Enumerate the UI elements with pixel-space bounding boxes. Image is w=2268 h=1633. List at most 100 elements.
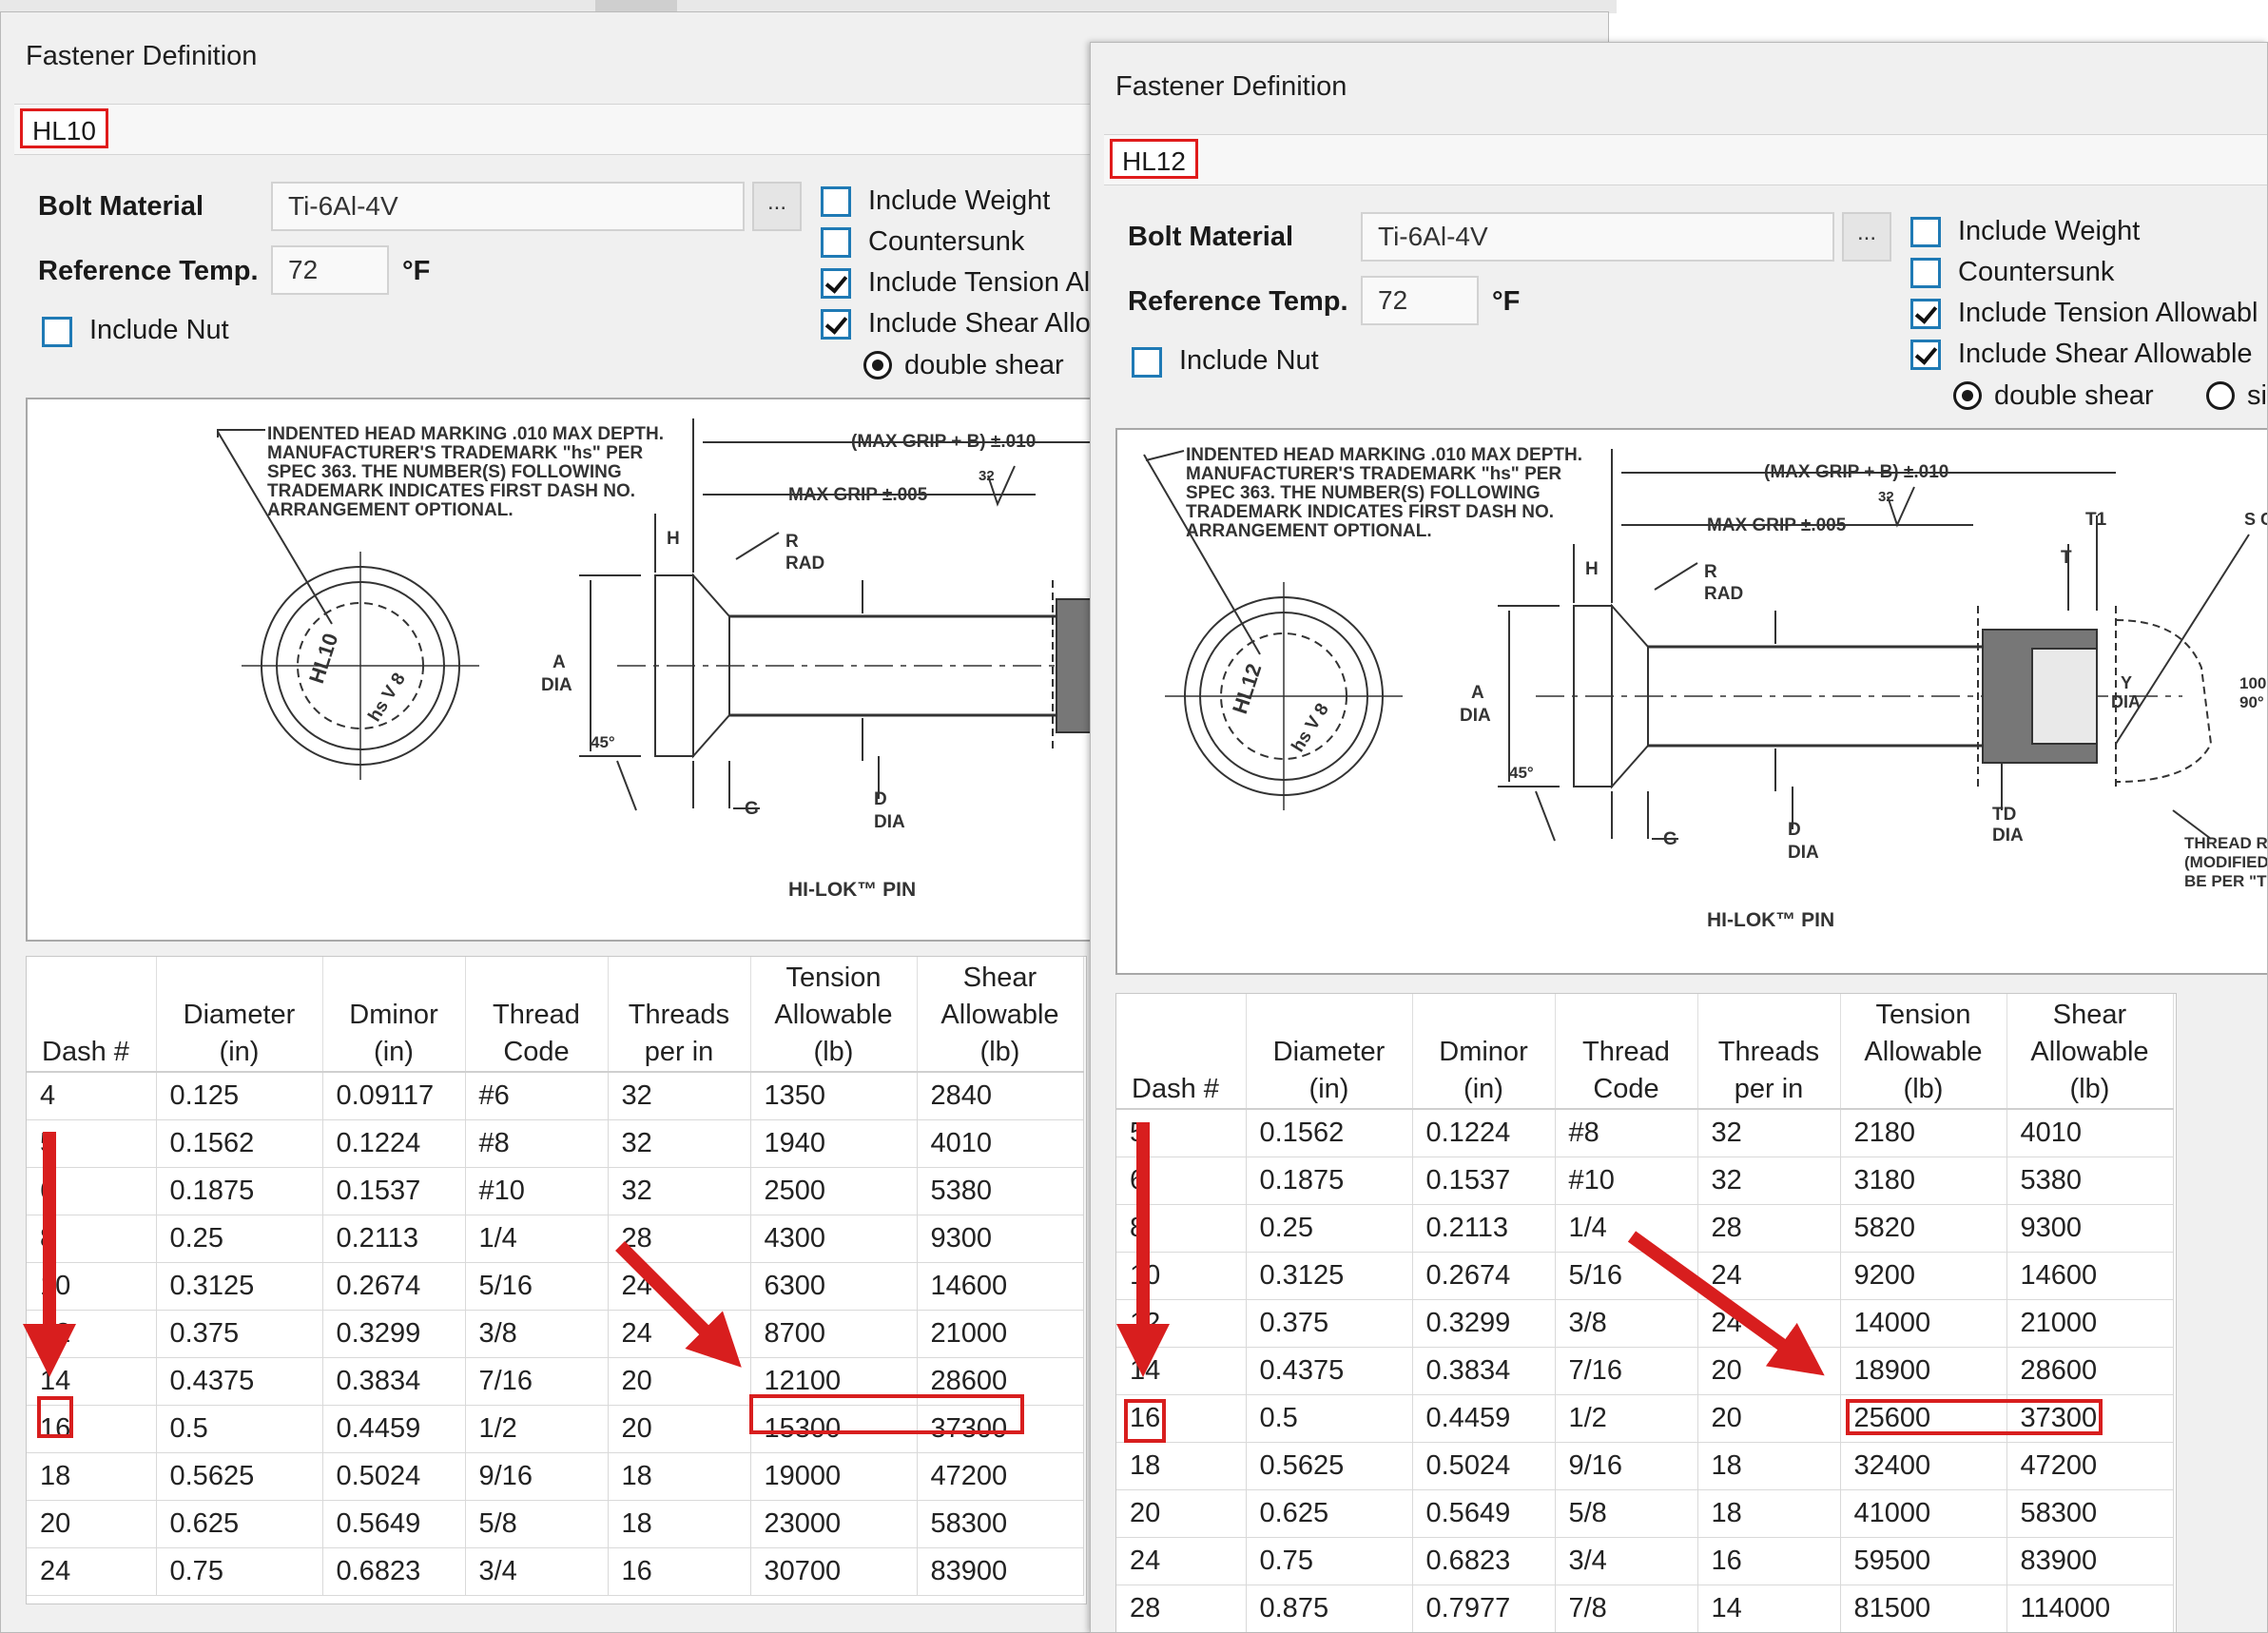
include-nut-checkbox[interactable] <box>1132 347 1162 378</box>
table-row[interactable]: 10 0.3125 0.2674 5/16 24 9200 14600 <box>1116 1252 2174 1300</box>
cell-dash[interactable]: 18 <box>1116 1442 1247 1490</box>
cell-shear-allowable[interactable]: 21000 <box>2006 1299 2174 1348</box>
cell-thread-code[interactable]: #6 <box>465 1072 609 1120</box>
cell-dminor[interactable]: 0.1537 <box>1412 1157 1556 1205</box>
cell-shear-allowable[interactable]: 83900 <box>917 1547 1084 1596</box>
cell-shear-allowable[interactable]: 9300 <box>917 1215 1084 1263</box>
single-shear-radio[interactable] <box>2206 381 2235 410</box>
table-row[interactable]: 28 0.875 0.7977 7/8 14 81500 114000 <box>1116 1584 2174 1632</box>
bolt-material-browse-button[interactable]: ... <box>1842 212 1891 262</box>
cell-dminor[interactable]: 0.2674 <box>1412 1252 1556 1300</box>
cell-dminor[interactable]: 0.6823 <box>322 1547 466 1596</box>
header-thread-code[interactable]: Thread Code <box>1555 994 1698 1110</box>
table-row[interactable]: 6 0.1875 0.1537 #10 32 3180 5380 <box>1116 1157 2174 1205</box>
table-row[interactable]: 5 0.1562 0.1224 #8 32 1940 4010 <box>27 1119 1084 1168</box>
cell-shear-allowable[interactable]: 47200 <box>917 1452 1084 1501</box>
cell-shear-allowable[interactable]: 83900 <box>2006 1537 2174 1585</box>
table-row[interactable]: 12 0.375 0.3299 3/8 24 8700 21000 <box>27 1310 1084 1358</box>
cell-tension-allowable[interactable]: 15300 <box>750 1405 918 1453</box>
fastener-name-field[interactable]: HL12 <box>1110 139 1198 179</box>
cell-tension-allowable[interactable]: 81500 <box>1840 1584 2007 1632</box>
cell-tension-allowable[interactable]: 1350 <box>750 1072 918 1120</box>
cell-shear-allowable[interactable]: 37300 <box>917 1405 1084 1453</box>
table-row[interactable]: 5 0.1562 0.1224 #8 32 2180 4010 <box>1116 1109 2174 1157</box>
cell-tension-allowable[interactable]: 14000 <box>1840 1299 2007 1348</box>
include-shear-allowable-checkbox[interactable] <box>821 309 851 340</box>
cell-tension-allowable[interactable]: 19000 <box>750 1452 918 1501</box>
cell-shear-allowable[interactable]: 9300 <box>2006 1204 2174 1253</box>
header-dash[interactable]: Dash # <box>1116 994 1247 1110</box>
cell-threads-per-in[interactable]: 16 <box>608 1547 751 1596</box>
bolt-material-field[interactable]: Ti-6Al-4V <box>271 182 745 231</box>
cell-thread-code[interactable]: 3/8 <box>465 1310 609 1358</box>
cell-dash[interactable]: 24 <box>1116 1537 1247 1585</box>
cell-thread-code[interactable]: 5/8 <box>465 1500 609 1548</box>
include-tension-allowable-checkbox[interactable] <box>821 268 851 299</box>
include-nut-checkbox[interactable] <box>42 317 72 347</box>
cell-threads-per-in[interactable]: 20 <box>1697 1394 1841 1443</box>
cell-shear-allowable[interactable]: 114000 <box>2006 1584 2174 1632</box>
cell-shear-allowable[interactable]: 4010 <box>917 1119 1084 1168</box>
cell-diameter[interactable]: 0.875 <box>1246 1584 1413 1632</box>
cell-tension-allowable[interactable]: 25600 <box>1840 1394 2007 1443</box>
table-row[interactable]: 4 0.125 0.09117 #6 32 1350 2840 <box>27 1072 1084 1120</box>
cell-threads-per-in[interactable]: 28 <box>1697 1204 1841 1253</box>
header-shear-allowable[interactable]: Shear Allowable (lb) <box>2006 994 2174 1110</box>
table-row[interactable]: 18 0.5625 0.5024 9/16 18 32400 47200 <box>1116 1442 2174 1490</box>
table-row[interactable]: 8 0.25 0.2113 1/4 28 4300 9300 <box>27 1215 1084 1263</box>
cell-tension-allowable[interactable]: 41000 <box>1840 1489 2007 1538</box>
cell-threads-per-in[interactable]: 20 <box>1697 1347 1841 1395</box>
fastener-name-field[interactable]: HL10 <box>20 108 108 148</box>
table-row[interactable]: 14 0.4375 0.3834 7/16 20 12100 28600 <box>27 1357 1084 1406</box>
cell-diameter[interactable]: 0.3125 <box>1246 1252 1413 1300</box>
cell-shear-allowable[interactable]: 5380 <box>2006 1157 2174 1205</box>
cell-dminor[interactable]: 0.3299 <box>322 1310 466 1358</box>
cell-threads-per-in[interactable]: 32 <box>608 1119 751 1168</box>
cell-tension-allowable[interactable]: 59500 <box>1840 1537 2007 1585</box>
cell-diameter[interactable]: 0.375 <box>1246 1299 1413 1348</box>
cell-shear-allowable[interactable]: 37300 <box>2006 1394 2174 1443</box>
cell-threads-per-in[interactable]: 32 <box>1697 1157 1841 1205</box>
cell-tension-allowable[interactable]: 8700 <box>750 1310 918 1358</box>
cell-threads-per-in[interactable]: 24 <box>1697 1299 1841 1348</box>
cell-dash[interactable]: 14 <box>27 1357 157 1406</box>
table-row[interactable]: 10 0.3125 0.2674 5/16 24 6300 14600 <box>27 1262 1084 1311</box>
cell-threads-per-in[interactable]: 24 <box>608 1262 751 1311</box>
cell-dminor[interactable]: 0.2113 <box>1412 1204 1556 1253</box>
cell-thread-code[interactable]: 7/16 <box>465 1357 609 1406</box>
cell-tension-allowable[interactable]: 2180 <box>1840 1109 2007 1157</box>
cell-diameter[interactable]: 0.1875 <box>156 1167 323 1215</box>
cell-thread-code[interactable]: 7/16 <box>1555 1347 1698 1395</box>
cell-threads-per-in[interactable]: 20 <box>608 1357 751 1406</box>
header-dminor[interactable]: Dminor (in) <box>322 957 466 1073</box>
cell-threads-per-in[interactable]: 32 <box>1697 1109 1841 1157</box>
cell-tension-allowable[interactable]: 5820 <box>1840 1204 2007 1253</box>
cell-diameter[interactable]: 0.1875 <box>1246 1157 1413 1205</box>
cell-tension-allowable[interactable]: 4300 <box>750 1215 918 1263</box>
cell-tension-allowable[interactable]: 1940 <box>750 1119 918 1168</box>
cell-dash[interactable]: 16 <box>27 1405 157 1453</box>
header-thread-code[interactable]: Thread Code <box>465 957 609 1073</box>
cell-shear-allowable[interactable]: 28600 <box>917 1357 1084 1406</box>
countersunk-checkbox[interactable] <box>1910 258 1941 288</box>
table-row[interactable]: 20 0.625 0.5649 5/8 18 23000 58300 <box>27 1500 1084 1548</box>
cell-tension-allowable[interactable]: 2500 <box>750 1167 918 1215</box>
cell-threads-per-in[interactable]: 18 <box>608 1500 751 1548</box>
table-row[interactable]: 24 0.75 0.6823 3/4 16 59500 83900 <box>1116 1537 2174 1585</box>
cell-tension-allowable[interactable]: 6300 <box>750 1262 918 1311</box>
cell-diameter[interactable]: 0.25 <box>1246 1204 1413 1253</box>
cell-shear-allowable[interactable]: 2840 <box>917 1072 1084 1120</box>
cell-dminor[interactable]: 0.5649 <box>1412 1489 1556 1538</box>
table-row[interactable]: 24 0.75 0.6823 3/4 16 30700 83900 <box>27 1547 1084 1596</box>
cell-tension-allowable[interactable]: 12100 <box>750 1357 918 1406</box>
cell-dash[interactable]: 6 <box>27 1167 157 1215</box>
cell-threads-per-in[interactable]: 28 <box>608 1215 751 1263</box>
cell-threads-per-in[interactable]: 18 <box>1697 1489 1841 1538</box>
header-tension-allowable[interactable]: Tension Allowable (lb) <box>750 957 918 1073</box>
cell-shear-allowable[interactable]: 47200 <box>2006 1442 2174 1490</box>
cell-shear-allowable[interactable]: 58300 <box>917 1500 1084 1548</box>
cell-dash[interactable]: 8 <box>27 1215 157 1263</box>
header-threads-per-in[interactable]: Threads per in <box>608 957 751 1073</box>
cell-dminor[interactable]: 0.3834 <box>322 1357 466 1406</box>
cell-dash[interactable]: 5 <box>27 1119 157 1168</box>
